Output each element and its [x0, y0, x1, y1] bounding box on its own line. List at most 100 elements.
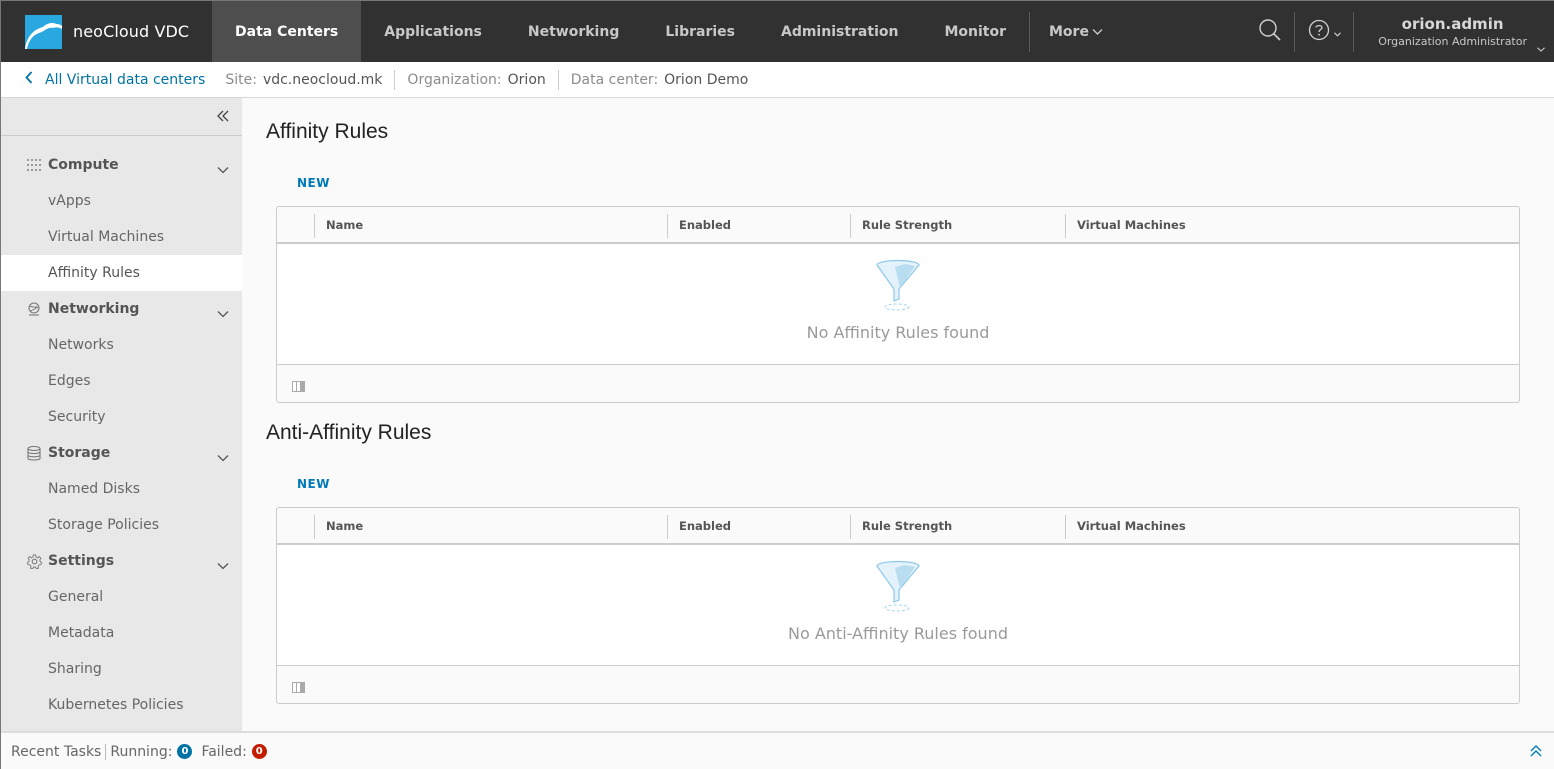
grid-footer	[277, 365, 1519, 401]
expand-tasks-button[interactable]	[1529, 744, 1543, 762]
chevron-down-icon	[217, 447, 229, 466]
crumb-site-value: vdc.neocloud.mk	[262, 71, 383, 88]
empty-message: No Anti-Affinity Rules found	[787, 624, 1008, 643]
nav-more[interactable]: More	[1030, 1, 1126, 62]
grid-empty-state: No Affinity Rules found	[277, 244, 1519, 365]
main-nav: Data Centers Applications Networking Lib…	[212, 1, 1126, 62]
search-icon	[1258, 18, 1282, 46]
funnel-icon	[875, 560, 921, 616]
select-column-header	[277, 508, 314, 543]
sidebar-item-named-disks[interactable]: Named Disks	[1, 471, 242, 507]
sidebar-group-label: Settings	[48, 553, 115, 569]
nav-networking[interactable]: Networking	[505, 1, 642, 62]
user-menu[interactable]: orion.admin Organization Administrator	[1354, 15, 1554, 52]
column-header-name[interactable]: Name	[314, 508, 667, 543]
double-chevron-left-icon	[216, 108, 230, 127]
user-name: orion.admin	[1401, 15, 1504, 33]
failed-count-badge: 0	[251, 744, 267, 759]
sidebar: Compute vApps Virtual Machines Affinity …	[1, 98, 242, 731]
columns-icon	[292, 678, 305, 697]
sidebar-group-label: Compute	[48, 157, 119, 173]
grid-icon	[26, 157, 42, 173]
chevron-down-icon	[217, 555, 229, 574]
sidebar-item-networks[interactable]: Networks	[1, 327, 242, 363]
running-tasks[interactable]: Running: 0	[110, 743, 193, 760]
column-header-rule-strength[interactable]: Rule Strength	[850, 508, 1065, 543]
context-bar: All Virtual data centers Site: vdc.neocl…	[1, 62, 1554, 98]
crumb-dc-value: Orion Demo	[664, 71, 749, 88]
column-header-virtual-machines[interactable]: Virtual Machines	[1065, 508, 1519, 543]
sidebar-item-storage-policies[interactable]: Storage Policies	[1, 507, 242, 543]
help-icon	[1308, 19, 1330, 45]
sidebar-item-edges[interactable]: Edges	[1, 363, 242, 399]
crumb-organization: Organization: Orion	[394, 69, 557, 90]
logo-icon	[25, 14, 62, 49]
select-column-header	[277, 207, 314, 242]
column-header-rule-strength[interactable]: Rule Strength	[850, 207, 1065, 242]
grid-empty-state: No Anti-Affinity Rules found	[277, 545, 1519, 666]
grid-header: Name Enabled Rule Strength Virtual Machi…	[277, 508, 1519, 545]
chevron-down-icon	[217, 303, 229, 322]
recent-tasks-bar: Recent Tasks Running: 0 Failed: 0	[1, 731, 1554, 769]
gear-icon	[26, 553, 42, 569]
sidebar-item-vapps[interactable]: vApps	[1, 183, 242, 219]
sidebar-group-label: Networking	[48, 301, 140, 317]
affinity-rules-title: Affinity Rules	[266, 120, 389, 143]
nav-administration[interactable]: Administration	[758, 1, 921, 62]
column-header-enabled[interactable]: Enabled	[667, 207, 850, 242]
column-toggle-button[interactable]	[292, 377, 305, 396]
crumb-org-value: Orion	[507, 71, 546, 88]
collapse-sidebar-button[interactable]	[216, 108, 230, 127]
nav-monitor[interactable]: Monitor	[921, 1, 1029, 62]
chevron-down-icon	[1537, 37, 1545, 56]
sidebar-item-virtual-machines[interactable]: Virtual Machines	[1, 219, 242, 255]
chevron-down-icon	[1333, 22, 1341, 41]
nav-applications[interactable]: Applications	[361, 1, 505, 62]
sidebar-group-compute[interactable]: Compute	[1, 147, 242, 183]
column-header-virtual-machines[interactable]: Virtual Machines	[1065, 207, 1519, 242]
sidebar-item-metadata[interactable]: Metadata	[1, 615, 242, 651]
top-header: neoCloud VDC Data Centers Applications N…	[1, 1, 1554, 62]
failed-label: Failed:	[201, 743, 247, 760]
chevron-down-icon	[217, 159, 229, 178]
column-header-enabled[interactable]: Enabled	[667, 508, 850, 543]
brand-name: neoCloud VDC	[73, 22, 190, 41]
sidebar-item-kubernetes-policies[interactable]: Kubernetes Policies	[1, 687, 242, 723]
new-affinity-rule-button[interactable]: NEW	[297, 176, 330, 190]
funnel-icon	[875, 259, 921, 315]
column-header-name[interactable]: Name	[314, 207, 667, 242]
database-icon	[26, 445, 42, 461]
sidebar-group-networking[interactable]: Networking	[1, 291, 242, 327]
crumb-site-label: Site:	[225, 71, 257, 88]
affinity-rules-grid: Name Enabled Rule Strength Virtual Machi…	[276, 206, 1520, 403]
brand[interactable]: neoCloud VDC	[1, 1, 212, 62]
failed-tasks[interactable]: Failed: 0	[201, 743, 267, 760]
header-actions: orion.admin Organization Administrator	[1246, 1, 1554, 62]
back-to-vdcs-link[interactable]: All Virtual data centers	[1, 71, 205, 88]
recent-tasks-link[interactable]: Recent Tasks	[1, 743, 107, 760]
crumb-org-label: Organization:	[407, 71, 502, 88]
new-anti-affinity-rule-button[interactable]: NEW	[297, 477, 330, 491]
crumb-dc-label: Data center:	[570, 71, 659, 88]
column-toggle-button[interactable]	[292, 678, 305, 697]
sidebar-item-security[interactable]: Security	[1, 399, 242, 435]
search-button[interactable]	[1246, 1, 1294, 62]
grid-header: Name Enabled Rule Strength Virtual Machi…	[277, 207, 1519, 244]
sidebar-item-affinity-rules[interactable]: Affinity Rules	[1, 255, 242, 291]
sidebar-item-sharing[interactable]: Sharing	[1, 651, 242, 687]
back-link-label: All Virtual data centers	[45, 71, 206, 88]
running-label: Running:	[110, 743, 173, 760]
sidebar-collapse-row	[1, 98, 242, 136]
nav-more-label: More	[1048, 23, 1089, 40]
nav-data-centers[interactable]: Data Centers	[212, 1, 362, 62]
sidebar-item-general[interactable]: General	[1, 579, 242, 615]
sidebar-group-settings[interactable]: Settings	[1, 543, 242, 579]
double-chevron-up-icon	[1529, 745, 1543, 762]
chevron-down-icon	[1092, 24, 1103, 40]
nav-libraries[interactable]: Libraries	[642, 1, 758, 62]
sidebar-group-storage[interactable]: Storage	[1, 435, 242, 471]
network-icon	[26, 301, 42, 317]
crumb-site: Site: vdc.neocloud.mk	[215, 70, 394, 90]
help-menu-button[interactable]	[1295, 1, 1353, 62]
chevron-left-icon	[25, 71, 33, 88]
